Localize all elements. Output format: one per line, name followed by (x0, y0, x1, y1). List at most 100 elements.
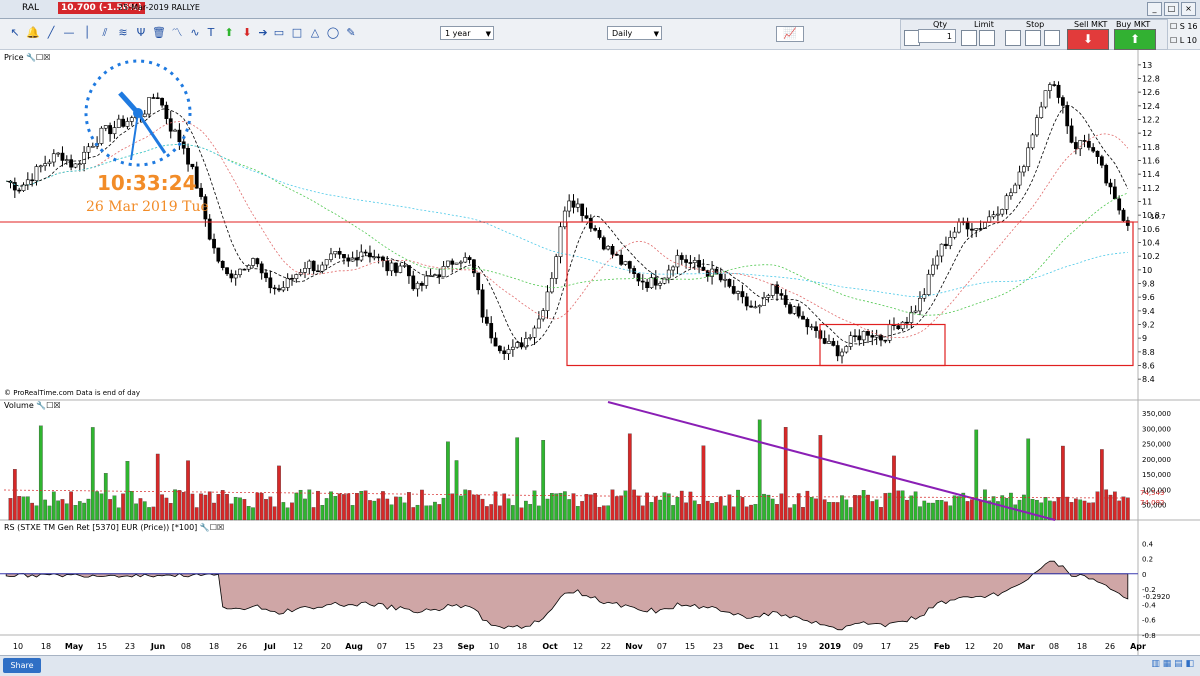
pen-icon[interactable]: ✎ (344, 26, 358, 40)
close-button[interactable]: × (1181, 2, 1196, 16)
stop-buy-button[interactable] (1005, 30, 1021, 46)
volume-bar (281, 502, 286, 521)
arrow-down-icon[interactable]: ⬇ (240, 26, 254, 40)
stop-sell-button[interactable] (1025, 30, 1041, 46)
period-select[interactable]: 1 year ▼ (440, 26, 494, 40)
volume-bar (909, 495, 914, 521)
status-icons[interactable]: ▥ ▦ ▤ ◧ (1151, 659, 1194, 669)
trendline-icon[interactable]: ╱ (44, 26, 58, 40)
volume-bar (614, 496, 619, 521)
volume-bar (324, 498, 329, 521)
volume-bar (506, 498, 511, 521)
candle-body (402, 265, 407, 267)
fibonacci-icon[interactable]: ≋ (116, 26, 130, 40)
price-tick-label: 10.8 (1142, 211, 1160, 220)
volume-bar (939, 500, 944, 521)
stop-label: Stop (1026, 20, 1045, 29)
triangle-icon[interactable]: △ (308, 26, 322, 40)
rs-area (5, 560, 1129, 631)
candle-body (242, 268, 247, 271)
date-tick-label: 08 (181, 642, 191, 651)
candle-body (831, 341, 836, 346)
rs-panel-header[interactable]: RS (STXE TM Gen Ret [5370] EUR (Price)) … (4, 523, 224, 532)
candle-body (30, 179, 35, 182)
candle-body (1099, 156, 1104, 166)
interval-select[interactable]: Daily ▼ (607, 26, 662, 40)
side-s-label: S (1179, 22, 1185, 31)
date-tick-label: 10 (13, 642, 23, 651)
candle-body (43, 163, 48, 167)
price-panel-header[interactable]: Price 🔧☐☒ (4, 53, 50, 62)
rectangle-icon[interactable]: ▭ (272, 26, 286, 40)
wrench-icon[interactable]: 🔧 (200, 523, 210, 532)
date-tick-label: 18 (209, 642, 219, 651)
candle-body (584, 215, 589, 219)
volume-bar (155, 453, 160, 521)
volume-bar (701, 445, 706, 521)
ellipse-icon[interactable]: ◯ (326, 26, 340, 40)
candle-body (238, 268, 242, 276)
stop-extra-button[interactable] (1044, 30, 1060, 46)
volume-bar (1074, 498, 1078, 521)
candle-body (515, 342, 520, 348)
wrench-icon[interactable]: 🔧 (36, 401, 46, 410)
candle-body (285, 277, 290, 288)
arrow-up-icon[interactable]: ⬆ (222, 26, 236, 40)
wrench-icon[interactable]: 🔧 (26, 53, 36, 62)
maximize-button[interactable]: □ (1164, 2, 1179, 16)
candle-body (329, 253, 333, 260)
volume-bar (1069, 502, 1074, 521)
vertical-line-icon[interactable]: │ (80, 26, 94, 40)
side-l[interactable]: ☐ L 10 (1170, 36, 1197, 45)
candle-body (467, 257, 472, 261)
candle-body (1039, 106, 1044, 119)
minimize-button[interactable]: _ (1147, 2, 1162, 16)
volume-bar (238, 497, 242, 521)
volume-bar (437, 504, 442, 521)
limit-sell-button[interactable] (979, 30, 995, 46)
pattern-icon[interactable]: 〽 (170, 26, 184, 40)
volume-bar (844, 499, 849, 521)
bell-icon[interactable]: 🔔 (26, 26, 40, 40)
volume-panel-header[interactable]: Volume 🔧☐☒ (4, 401, 61, 410)
volume-bar (957, 496, 961, 521)
volume-bar (60, 499, 65, 521)
volume-bar (424, 505, 429, 521)
limit-buy-button[interactable] (961, 30, 977, 46)
candle-body (324, 259, 329, 266)
qty-input[interactable]: 1 (918, 29, 956, 43)
candle-body (1108, 182, 1113, 188)
channel-icon[interactable]: ⫽ (98, 26, 112, 40)
share-button[interactable]: Share (3, 658, 41, 673)
price-tick-label: 9.2 (1142, 321, 1155, 330)
text-icon[interactable]: T (204, 26, 218, 40)
arrow-right-icon[interactable]: ➔ (256, 26, 270, 40)
buy-market-button[interactable]: ⬆ (1114, 29, 1156, 50)
volume-bar (285, 507, 290, 521)
volume-bar (17, 496, 22, 521)
pattern2-icon[interactable]: ∿ (188, 26, 202, 40)
volume-bar (783, 427, 788, 521)
candle-body (446, 260, 450, 267)
candle-body (948, 237, 953, 247)
price-tick-label: 13 (1142, 61, 1152, 70)
indicator-icon[interactable]: 📈 (776, 26, 804, 42)
volume-bar (827, 502, 831, 521)
volume-bar (606, 505, 610, 521)
candle-body (342, 254, 346, 259)
volume-bar (1000, 495, 1005, 521)
side-s[interactable]: ☐ S 16 (1170, 22, 1198, 31)
pitchfork-icon[interactable]: Ψ (134, 26, 148, 40)
rectangle2-icon[interactable]: □ (290, 26, 304, 40)
candle-body (636, 273, 641, 282)
delete-icon[interactable]: 🗑 (152, 26, 166, 40)
volume-bar (905, 499, 909, 521)
volume-bar (216, 494, 221, 521)
date-tick-label: 20 (993, 642, 1003, 651)
cursor-icon[interactable]: ↖ (8, 26, 22, 40)
candle-body (385, 260, 390, 272)
sell-market-button[interactable]: ⬇ (1067, 29, 1109, 50)
price-tick-label: 9.6 (1142, 293, 1155, 302)
horizontal-line-icon[interactable]: — (62, 26, 76, 40)
volume-bar (1065, 496, 1070, 521)
